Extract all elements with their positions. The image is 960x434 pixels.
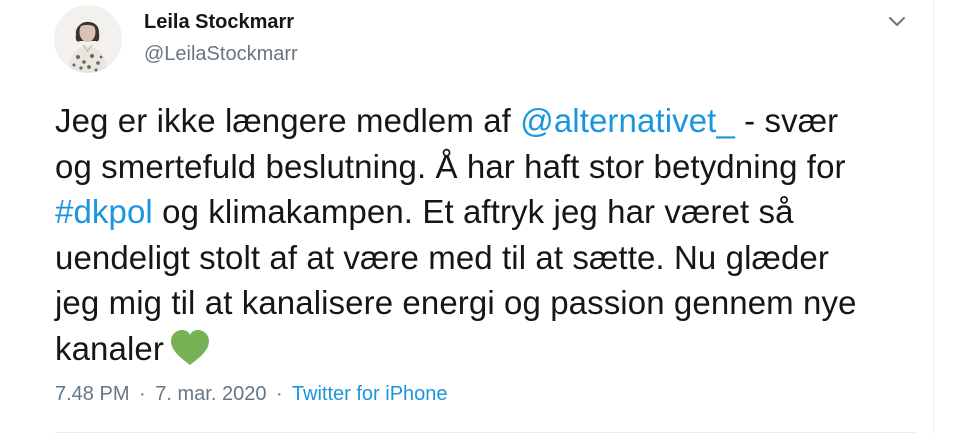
tweet-text-segment: og klimakampen. Et aftryk jeg har været … xyxy=(152,193,794,230)
tweet-line: jeg mig til at kanalisere energi og pass… xyxy=(55,280,915,326)
mention-link[interactable]: @alternativet_ xyxy=(520,102,735,139)
divider xyxy=(55,432,915,433)
author-avatar[interactable] xyxy=(54,5,122,73)
author-name[interactable]: Leila Stockmarr xyxy=(144,11,294,34)
meta-separator: · xyxy=(139,383,146,405)
tweet-card: Leila Stockmarr @LeilaStockmarr Jeg er i… xyxy=(0,0,934,434)
green-heart-icon xyxy=(170,329,210,366)
tweet-date[interactable]: 7. mar. 2020 xyxy=(155,383,266,405)
tweet-text-segment: jeg mig til at kanalisere energi og pass… xyxy=(55,284,857,321)
author-handle[interactable]: @LeilaStockmarr xyxy=(144,43,298,66)
tweet-text-segment: kanaler xyxy=(55,329,164,367)
tweet-source-link[interactable]: Twitter for iPhone xyxy=(292,383,448,405)
tweet-text: Jeg er ikke længere medlem af @alternati… xyxy=(55,98,915,371)
tweet-text-segment: og smertefuld beslutning. Å har haft sto… xyxy=(55,147,846,185)
tweet-line: uendeligt stolt af at være med til at sæ… xyxy=(55,235,915,281)
tweet-menu-button[interactable] xyxy=(884,10,910,32)
hashtag-link[interactable]: #dkpol xyxy=(55,193,153,230)
tweet-line: kanaler xyxy=(55,326,915,372)
tweet-text-segment: Jeg er ikke længere medlem af xyxy=(55,102,521,139)
tweet-text-segment: uendeligt stolt af at være med til at sæ… xyxy=(55,238,829,276)
tweet-line: og smertefuld beslutning. Å har haft sto… xyxy=(55,144,915,190)
avatar-photo-icon xyxy=(54,5,122,73)
tweet-meta: 7.48 PM · 7. mar. 2020 · Twitter for iPh… xyxy=(55,383,448,406)
tweet-text-segment: - svær xyxy=(734,102,839,139)
tweet-line: #dkpol og klimakampen. Et aftryk jeg har… xyxy=(55,189,915,235)
tweet-time[interactable]: 7.48 PM xyxy=(55,383,129,405)
meta-separator: · xyxy=(276,383,283,405)
chevron-down-icon xyxy=(889,17,905,26)
tweet-line: Jeg er ikke længere medlem af @alternati… xyxy=(55,98,915,144)
